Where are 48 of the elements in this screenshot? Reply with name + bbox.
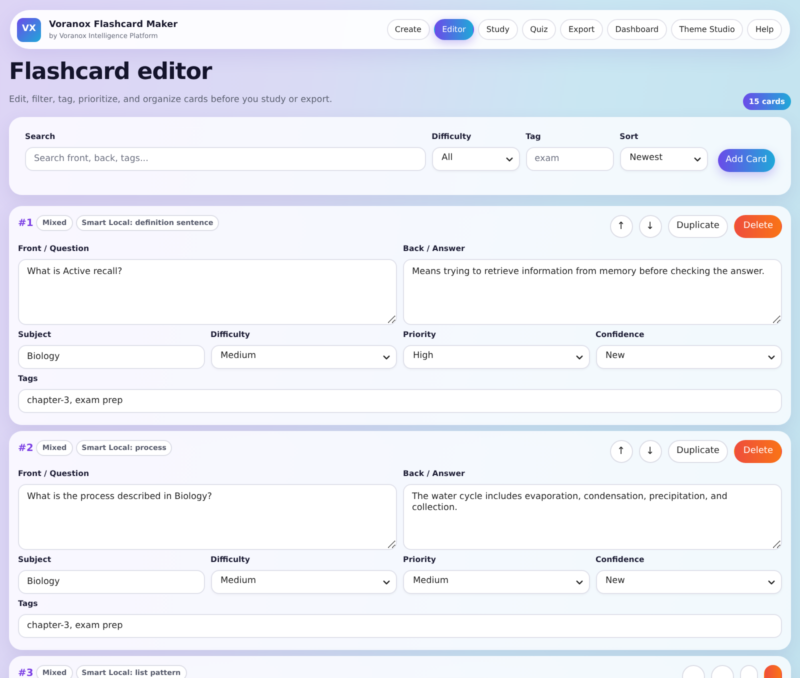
nav-tab[interactable]: Help bbox=[747, 19, 782, 40]
card-number: #3 bbox=[18, 666, 34, 678]
text-area[interactable]: What is the process described in Biology? bbox=[18, 484, 397, 550]
search-field[interactable]: Search front, back, tags... bbox=[25, 147, 426, 171]
text-area[interactable]: What is Active recall? bbox=[18, 259, 397, 325]
text-area[interactable]: The water cycle includes evaporation, condensation, precipitation, and collection. bbox=[403, 484, 782, 550]
page-title: Flashcard editor bbox=[9, 58, 214, 87]
card-number: #2 bbox=[18, 442, 34, 456]
filter-field[interactable]: exam bbox=[526, 147, 614, 171]
filter-select[interactable]: All bbox=[432, 147, 520, 171]
dropdown-select[interactable]: Medium bbox=[403, 570, 590, 594]
dropdown-select[interactable]: High bbox=[403, 345, 590, 369]
text-field[interactable]: chapter-3, exam prep bbox=[18, 614, 782, 638]
nav-tab[interactable]: Create bbox=[386, 19, 430, 40]
move-up-button[interactable]: ↑ bbox=[610, 215, 633, 238]
dropdown-select[interactable]: New bbox=[596, 570, 782, 594]
chevron-down-icon bbox=[768, 354, 775, 360]
chevron-down-icon bbox=[768, 580, 775, 584]
nav-tab[interactable]: Dashboard bbox=[606, 19, 667, 40]
nav-tab[interactable]: Export bbox=[560, 19, 603, 40]
app-title: Voranox Flashcard Maker bbox=[49, 18, 178, 30]
app-logo: VX bbox=[17, 18, 41, 42]
duplicate-button[interactable]: Duplicate bbox=[668, 440, 728, 463]
nav-tab[interactable]: Study bbox=[478, 19, 518, 40]
nav-tab[interactable]: Theme Studio bbox=[670, 19, 744, 40]
chevron-down-icon bbox=[506, 156, 513, 162]
chevron-down-icon bbox=[694, 156, 701, 162]
text-field[interactable]: Biology bbox=[18, 570, 204, 594]
text-field[interactable]: Biology bbox=[18, 345, 204, 369]
chevron-down-icon bbox=[383, 354, 390, 360]
duplicate-button[interactable]: Duplicate bbox=[668, 215, 728, 238]
move-down-button[interactable]: ↓ bbox=[638, 440, 662, 463]
move-up-button[interactable]: ↑ bbox=[610, 440, 633, 463]
card-number: #1 bbox=[18, 216, 34, 230]
add-card-button[interactable]: Add Card bbox=[718, 149, 775, 172]
text-area[interactable]: Means trying to retrieve information from memory before checking the answer. bbox=[403, 259, 782, 325]
page-description: Edit, filter, tag, prioritize, and organize cards before you study or export. bbox=[9, 94, 332, 107]
filter-select[interactable]: Newest bbox=[620, 147, 708, 171]
nav-tab[interactable]: Editor bbox=[434, 19, 474, 40]
dropdown-select[interactable]: Medium bbox=[210, 345, 397, 369]
chevron-down-icon bbox=[576, 354, 582, 360]
text-field[interactable]: chapter-3, exam prep bbox=[18, 389, 782, 413]
dropdown-select[interactable]: Medium bbox=[210, 570, 397, 594]
dropdown-select[interactable]: New bbox=[596, 345, 782, 369]
chevron-down-icon bbox=[383, 580, 390, 584]
nav-tab[interactable]: Quiz bbox=[522, 19, 556, 40]
chevron-down-icon bbox=[576, 580, 582, 584]
move-down-button[interactable]: ↓ bbox=[638, 215, 662, 238]
